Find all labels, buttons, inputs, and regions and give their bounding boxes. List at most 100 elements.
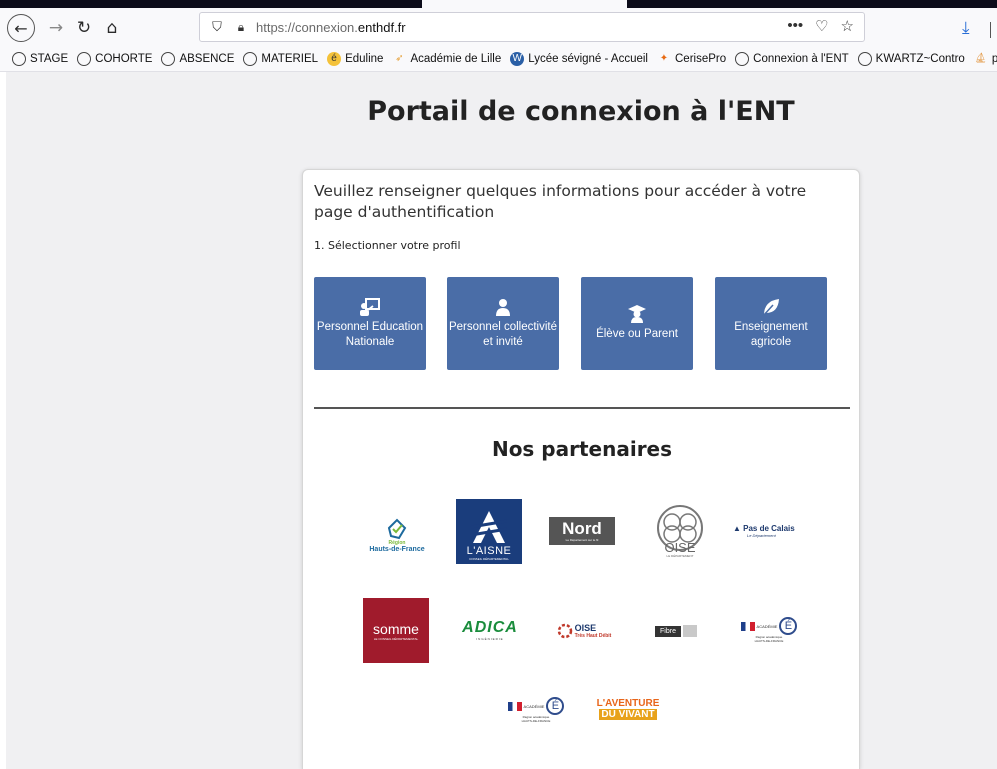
academie-label: ACADÉMIE (523, 703, 545, 709)
bookmark-connexion-ent[interactable]: Connexion à l'ENT (735, 51, 849, 66)
address-bar[interactable]: ⛉ 🔒︎ https://connexion.enthdf.fr ••• ♡ ☆ (199, 12, 865, 42)
bookmark-label: STAGE (30, 52, 69, 65)
profile-label: Personnel Education Nationale (316, 320, 424, 348)
active-tab[interactable] (422, 0, 627, 8)
cerisepro-icon: ✦ (659, 53, 669, 64)
tracking-protection-shield-icon[interactable]: ⛉ (206, 19, 228, 35)
globe-icon (77, 51, 92, 66)
logo-region-academique-1[interactable]: ACADÉMIE É Région académique HAUTS-DE-FR… (733, 612, 805, 648)
profile-education-nationale-button[interactable]: Personnel Education Nationale (314, 277, 426, 370)
nord-sub: Le Département sur le fil (565, 538, 599, 542)
pdc-label-text: Pas de Calais (743, 524, 795, 533)
back-arrow-icon: ← (14, 18, 28, 38)
bookmark-label: Connexion à l'ENT (753, 52, 849, 65)
profile-enseignement-agricole-button[interactable]: Enseignement agricole (715, 277, 827, 370)
home-button[interactable]: ⌂ (100, 14, 124, 42)
bookmark-stage[interactable]: STAGE (12, 51, 69, 66)
bookmark-cohorte[interactable]: COHORTE (77, 51, 153, 66)
logo-nord[interactable]: Nord Le Département sur le fil (549, 517, 615, 545)
logo-region-hauts-de-france[interactable]: Région Hauts-de-France (361, 510, 433, 560)
logo-somme[interactable]: somme LE CONSEIL DÉPARTEMENTAL (363, 598, 429, 663)
logo-adica[interactable]: ADICA INGÉNIERIE (456, 616, 524, 644)
user-group-icon (496, 298, 510, 316)
reload-button[interactable]: ↻ (72, 14, 96, 42)
region-acad-label2: HAUTS-DE-FRANCE (754, 639, 784, 643)
toolbar-separator (990, 22, 991, 38)
logo-oise[interactable]: OISE LE DÉPARTEMENT (647, 496, 713, 566)
academie-lille-icon: ➶ (395, 53, 404, 64)
oise-thd-emblem-icon (557, 623, 572, 639)
navigation-bar: ← → ↻ ⌂ ⛉ 🔒︎ https://connexion.enthdf.fr… (0, 8, 997, 46)
profile-label: Élève ou Parent (596, 328, 678, 340)
somme-label: somme (373, 620, 419, 637)
profile-label: Enseignement agricole (734, 320, 808, 348)
academie-e-icon: É (779, 617, 798, 635)
page-title: Portail de connexion à l'ENT (367, 96, 795, 127)
login-card: Veuillez renseigner quelques information… (302, 169, 860, 769)
bookmark-label: COHORTE (95, 52, 153, 65)
globe-icon (243, 51, 258, 66)
globe-icon (735, 51, 750, 66)
somme-sub: LE CONSEIL DÉPARTEMENTAL (373, 636, 419, 641)
fibre-stripes (682, 625, 697, 637)
hdf-line2: Hauts-de-France (369, 545, 425, 553)
globe-icon (12, 51, 26, 66)
bookmark-cerisepro[interactable]: ✦ CerisePro (657, 52, 726, 66)
bookmark-kwartz[interactable]: KWARTZ~Contro (857, 51, 965, 66)
downloads-icon[interactable]: ⤓ (962, 18, 970, 38)
adica-label: ADICA (462, 619, 518, 636)
url-prefix: https://connexion. (256, 19, 358, 35)
bookmarks-toolbar: STAGE COHORTE ABSENCE MATERIEL é Eduline … (0, 46, 997, 72)
bookmark-star-icon[interactable]: ☆ (841, 17, 854, 35)
pocket-icon[interactable]: ♡ (815, 17, 828, 35)
instructions-text: Veuillez renseigner quelques information… (314, 182, 807, 221)
bookmark-label: Lycée sévigné - Accueil (528, 52, 648, 65)
logo-oise-tres-haut-debit[interactable]: OISE Très Haut Débit (549, 618, 619, 644)
logo-pas-de-calais[interactable]: ▲ Pas de Calais Le Département (733, 520, 805, 542)
logo-aventure-du-vivant[interactable]: L'AVENTURE DU VIVANT (595, 692, 661, 726)
profile-label: Personnel collectivité et invité (448, 320, 558, 348)
aisne-label: L'AISNE (466, 545, 512, 557)
url-host: enthdf.fr (357, 19, 406, 35)
forward-button[interactable]: → (44, 14, 68, 42)
logo-aisne[interactable]: L'AISNE CONSEIL DÉPARTEMENTAL (456, 499, 522, 564)
bookmark-label: MATERIEL (261, 52, 319, 65)
bookmark-academie-lille[interactable]: ➶ Académie de Lille (392, 52, 501, 66)
profile-collectivite-invite-button[interactable]: Personnel collectivité et invité (447, 277, 559, 370)
back-button[interactable]: ← (7, 14, 35, 42)
bookmark-label: phpMy (992, 53, 997, 65)
region-hdf-emblem-icon (387, 518, 407, 539)
academie-e-icon: É (546, 697, 565, 715)
logo-region-academique-2[interactable]: ACADÉMIE É Région académique HAUTS-DE-FR… (501, 692, 571, 728)
region-acad-label2: HAUTS-DE-FRANCE (521, 719, 551, 723)
url-text[interactable]: https://connexion.enthdf.fr (256, 20, 406, 35)
partners-heading: Nos partenaires (491, 437, 673, 461)
aisne-emblem-icon (470, 511, 508, 543)
oise-thd-sub: Très Haut Débit (574, 633, 612, 639)
leaf-icon (762, 298, 779, 316)
teacher-board-icon (360, 297, 380, 316)
lock-icon[interactable]: 🔒︎ (232, 20, 250, 35)
french-flag-icon (507, 701, 522, 711)
bookmark-materiel[interactable]: MATERIEL (243, 51, 319, 66)
bookmark-absence[interactable]: ABSENCE (161, 51, 234, 66)
oise-thd-label: OISE (574, 623, 597, 633)
bookmark-eduline[interactable]: é Eduline (327, 51, 383, 66)
academie-label: ACADÉMIE (756, 623, 778, 629)
page-left-edge (0, 72, 6, 769)
oise-label: OISE (664, 540, 696, 555)
page-actions-menu-button[interactable]: ••• (787, 17, 803, 35)
pdc-sub: Le Département (747, 533, 776, 538)
nord-label: Nord (562, 519, 602, 538)
wordpress-icon: W (510, 51, 525, 66)
bookmark-label: Académie de Lille (410, 52, 502, 65)
globe-icon (857, 51, 872, 66)
phpmyadmin-icon: ⛵︎ (974, 53, 988, 64)
home-icon: ⌂ (106, 18, 118, 38)
bookmark-label: KWARTZ~Contro (875, 52, 965, 65)
profile-eleve-parent-button[interactable]: Élève ou Parent (581, 277, 693, 370)
bookmark-phpmyadmin[interactable]: ⛵︎ phpMy (974, 52, 997, 66)
oise-sub: LE DÉPARTEMENT (666, 554, 694, 558)
logo-fibre[interactable]: Fibre (640, 621, 712, 641)
bookmark-lycee-sevigne[interactable]: W Lycée sévigné - Accueil (510, 51, 648, 66)
